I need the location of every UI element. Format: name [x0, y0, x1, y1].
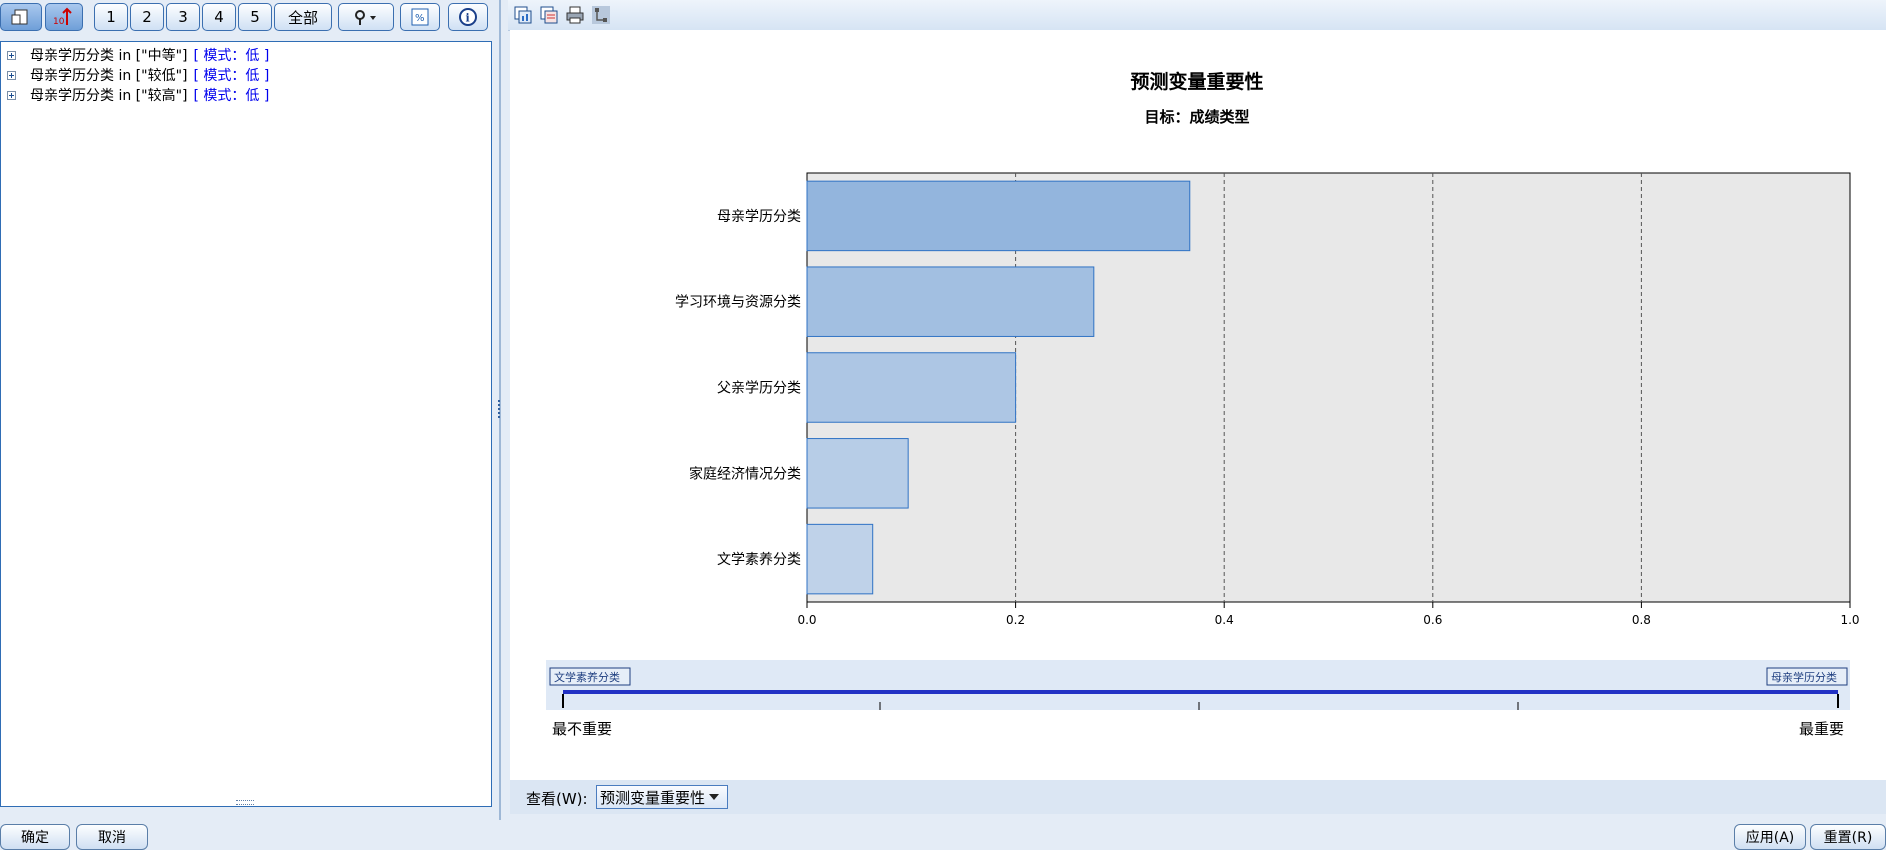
tree-row-mode: [ 模式：低 ]	[193, 48, 270, 64]
panel-splitter[interactable]	[496, 0, 506, 820]
view-select[interactable]: 预测变量重要性	[596, 785, 728, 809]
importance-slider[interactable]	[546, 660, 1850, 710]
y-category-label: 文学素养分类	[717, 552, 801, 568]
level-all-button[interactable]: 全部	[274, 3, 332, 31]
most-important-label: 最重要	[1799, 720, 1844, 738]
info-icon: i	[459, 8, 477, 26]
tree-view-button[interactable]	[0, 3, 42, 31]
svg-text:%: %	[415, 13, 425, 24]
tree-row-label: 母亲学历分类 in ["较高"]	[30, 88, 188, 104]
level-5-button[interactable]: 5	[238, 3, 272, 31]
view-bar: 查看(W): 预测变量重要性	[510, 780, 1886, 814]
chevron-down-icon	[709, 794, 719, 800]
expand-icon[interactable]	[7, 90, 16, 100]
apply-button[interactable]: 应用(A)	[1734, 824, 1806, 850]
level-1-button[interactable]: 1	[94, 3, 128, 31]
bar[interactable]	[806, 266, 1095, 337]
x-tick-label: 0.0	[797, 613, 816, 627]
svg-text:10: 10	[53, 17, 65, 27]
view-label: 查看(W):	[526, 790, 588, 808]
importance-chart: 预测变量重要性 目标：成绩类型 母亲学历分类学习环境与资源分类父亲学历分类家庭经…	[546, 70, 1860, 738]
percent-icon: %	[411, 8, 429, 26]
chart-title: 预测变量重要性	[1130, 70, 1263, 93]
level-2-button[interactable]: 2	[130, 3, 164, 31]
bar[interactable]	[806, 523, 874, 595]
tree-row-mode: [ 模式：低 ]	[193, 68, 270, 84]
x-tick-label: 0.4	[1215, 613, 1234, 627]
x-tick-label: 0.6	[1423, 613, 1442, 627]
tree-row-label: 母亲学历分类 in ["较低"]	[30, 68, 188, 84]
bar[interactable]	[806, 352, 1017, 423]
tree-row-mode: [ 模式：低 ]	[193, 88, 270, 104]
level-3-button[interactable]: 3	[166, 3, 200, 31]
y-category-label: 学习环境与资源分类	[675, 295, 801, 311]
y-category-label: 父亲学历分类	[717, 381, 801, 397]
tree-diagram-icon[interactable]	[592, 6, 610, 24]
tree-row-label: 母亲学历分类 in ["中等"]	[30, 48, 188, 64]
resize-grip-icon[interactable]	[236, 800, 254, 805]
svg-text:i: i	[466, 12, 470, 25]
splitter-grip-icon	[498, 400, 504, 418]
pin-dropdown-button[interactable]	[338, 3, 394, 31]
document-icon	[11, 9, 28, 25]
y-category-label: 母亲学历分类	[717, 209, 801, 225]
x-tick-label: 0.2	[1006, 613, 1025, 627]
copy-chart-icon[interactable]	[514, 6, 532, 24]
least-important-label: 最不重要	[552, 720, 612, 738]
copy-data-icon[interactable]	[540, 6, 558, 24]
sort-button[interactable]: 10	[45, 3, 83, 31]
ok-button[interactable]: 确定	[0, 824, 70, 850]
bar[interactable]	[806, 438, 909, 509]
slider-left-tag-text: 文学素养分类	[554, 670, 620, 684]
tree-row[interactable]: 母亲学历分类 in ["中等"] [ 模式：低 ]	[7, 45, 269, 65]
view-select-value: 预测变量重要性	[600, 788, 706, 807]
x-tick-label: 0.8	[1632, 613, 1651, 627]
pin-icon	[355, 10, 376, 25]
expand-icon[interactable]	[7, 70, 16, 80]
tree-row[interactable]: 母亲学历分类 in ["较低"] [ 模式：低 ]	[7, 65, 269, 85]
chart-area: 预测变量重要性 目标：成绩类型 母亲学历分类 学习环境与资源分类 父亲学历分类 家庭经…	[510, 30, 1886, 780]
info-button[interactable]: i	[448, 3, 488, 31]
tree-panel: 母亲学历分类 in ["中等"] [ 模式：低 ] 母亲学历分类 in ["较低…	[0, 41, 492, 807]
expand-icon[interactable]	[7, 50, 16, 60]
print-icon[interactable]	[566, 6, 584, 24]
slider-right-tag-text: 母亲学历分类	[1771, 670, 1837, 684]
chart-subtitle: 目标：成绩类型	[1144, 108, 1249, 126]
chart-toolbar	[508, 0, 1886, 31]
tree-row[interactable]: 母亲学历分类 in ["较高"] [ 模式：低 ]	[7, 85, 269, 105]
bar[interactable]	[806, 180, 1191, 252]
percent-button[interactable]: %	[400, 3, 440, 31]
reset-button[interactable]: 重置(R)	[1810, 824, 1886, 850]
level-4-button[interactable]: 4	[202, 3, 236, 31]
x-tick-label: 1.0	[1840, 613, 1859, 627]
y-category-label: 家庭经济情况分类	[689, 465, 801, 482]
cancel-button[interactable]: 取消	[76, 824, 148, 850]
sort-icon: 10	[53, 7, 72, 27]
left-toolbar: 10 1 2 3 4 5 全部 % i	[0, 0, 500, 36]
